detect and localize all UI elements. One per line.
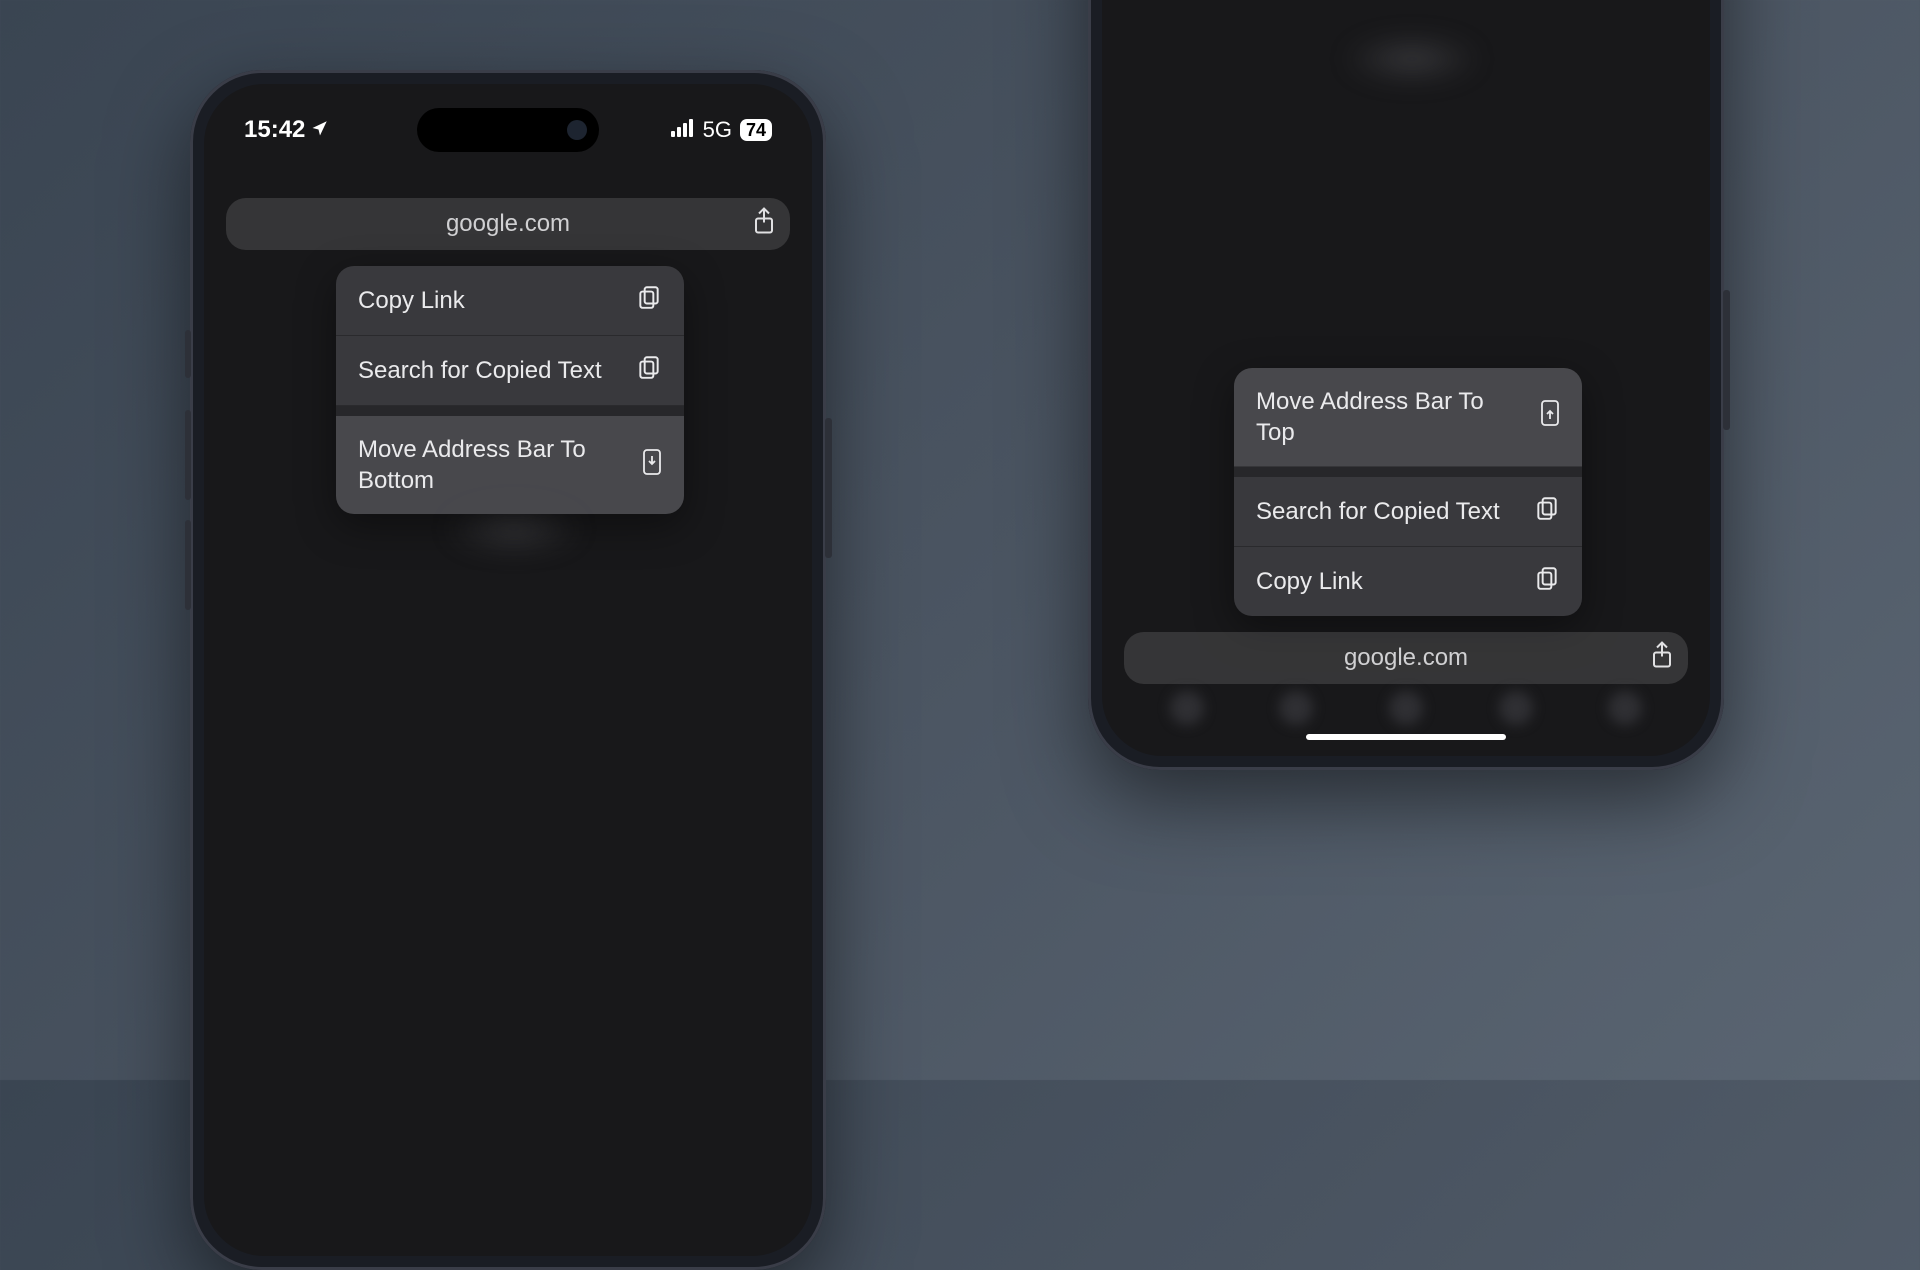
home-indicator[interactable] [1306, 734, 1506, 740]
power-button [1723, 290, 1730, 430]
blurred-content [1342, 34, 1482, 84]
mute-switch [185, 330, 191, 378]
volume-up-button [185, 410, 191, 500]
copy-link-item[interactable]: Copy Link [1234, 547, 1582, 616]
phone-up-icon [1540, 399, 1560, 434]
screen-left: 15:42 5G 74 [204, 84, 812, 1256]
volume-down-button [185, 520, 191, 610]
dynamic-island [417, 108, 599, 152]
copy-link-item[interactable]: Copy Link [336, 266, 684, 336]
search-copied-item[interactable]: Search for Copied Text [336, 336, 684, 406]
toolbar-button[interactable] [1279, 691, 1313, 725]
context-menu: Copy Link Search for Copied Text [336, 266, 684, 514]
menu-separator [1234, 467, 1582, 477]
network-label: 5G [703, 117, 732, 143]
menu-label: Copy Link [358, 285, 620, 316]
address-bar[interactable]: google.com [1124, 632, 1688, 684]
menu-label: Move Address Bar To Bottom [358, 434, 626, 496]
battery-level: 74 [746, 120, 766, 141]
phone-down-icon [642, 448, 662, 483]
address-bar[interactable]: google.com [226, 198, 790, 250]
toolbar-button[interactable] [1608, 691, 1642, 725]
menu-label: Copy Link [1256, 566, 1518, 597]
battery-indicator: 74 [740, 119, 772, 141]
url-text: google.com [446, 210, 570, 238]
share-icon[interactable] [752, 207, 776, 242]
search-copied-item[interactable]: Search for Copied Text [1234, 477, 1582, 547]
menu-label: Search for Copied Text [358, 355, 620, 386]
move-address-bar-item[interactable]: Move Address Bar To Top [1234, 368, 1582, 467]
menu-label: Search for Copied Text [1256, 496, 1518, 527]
copy-icon [1534, 565, 1560, 598]
status-time: 15:42 [244, 116, 305, 144]
menu-separator [336, 406, 684, 416]
menu-label: Move Address Bar To Top [1256, 386, 1524, 448]
phone-right: Move Address Bar To Top Search for Copie… [1088, 0, 1724, 770]
copy-icon [636, 284, 662, 317]
move-address-bar-item[interactable]: Move Address Bar To Bottom [336, 416, 684, 514]
location-icon [311, 116, 329, 144]
toolbar-button[interactable] [1499, 691, 1533, 725]
share-icon[interactable] [1650, 641, 1674, 676]
context-menu: Move Address Bar To Top Search for Copie… [1234, 368, 1582, 616]
paste-search-icon [1534, 495, 1560, 528]
phone-left: 15:42 5G 74 [190, 70, 826, 1270]
paste-search-icon [636, 354, 662, 387]
bottom-toolbar [1102, 688, 1710, 728]
toolbar-button[interactable] [1389, 691, 1423, 725]
power-button [825, 418, 832, 558]
toolbar-button[interactable] [1170, 691, 1204, 725]
screen-right: Move Address Bar To Top Search for Copie… [1102, 0, 1710, 756]
signal-icon [671, 117, 695, 143]
url-text: google.com [1344, 644, 1468, 672]
